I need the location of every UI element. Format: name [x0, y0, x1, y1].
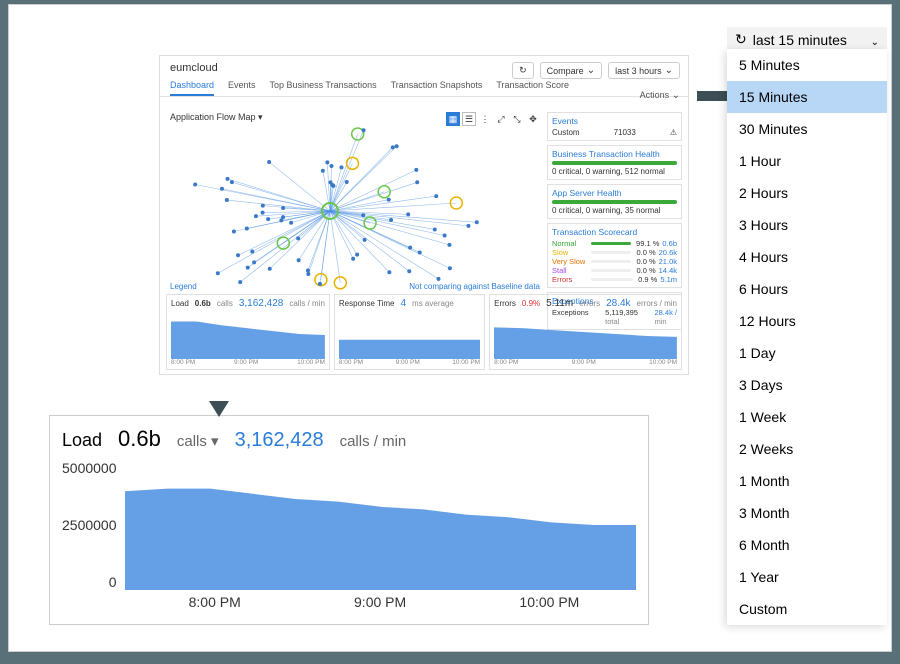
baseline-note: Not comparing against Baseline data: [409, 282, 540, 291]
tab-top-business-transactions[interactable]: Top Business Transactions: [270, 80, 377, 96]
view-toggle-group: ▦ ☰ ⋮ ⤢ ⤡ ✥: [446, 112, 540, 126]
refresh-icon[interactable]: [512, 62, 534, 79]
time-option-3-month[interactable]: 3 Month: [727, 497, 887, 529]
time-option-3-hours[interactable]: 3 Hours: [727, 209, 887, 241]
zoom-x-axis: 8:00 PM9:00 PM10:00 PM: [62, 594, 636, 610]
chevron-down-icon: [871, 32, 879, 48]
time-option-1-hour[interactable]: 1 Hour: [727, 145, 887, 177]
zoom-title: Load: [62, 430, 102, 451]
time-option-6-month[interactable]: 6 Month: [727, 529, 887, 561]
page-canvas: eumcloud Compare last 3 hours DashboardE…: [8, 4, 892, 652]
actions-dropdown[interactable]: Actions: [640, 90, 680, 101]
time-option-12-hours[interactable]: 12 Hours: [727, 305, 887, 337]
dashboard-panel: eumcloud Compare last 3 hours DashboardE…: [159, 55, 689, 375]
time-option-15-minutes[interactable]: 15 Minutes: [727, 81, 887, 113]
time-option-1-month[interactable]: 1 Month: [727, 465, 887, 497]
dashboard-tabs: Dashboard Events Top Business Transactions…: [160, 76, 688, 97]
time-selector-label: last 15 minutes: [753, 32, 847, 48]
flow-map-label[interactable]: Application Flow Map ▾: [170, 112, 263, 123]
arrow-to-zoom: [204, 377, 234, 417]
zoom-fit-icon[interactable]: ⤢: [494, 112, 508, 126]
fullscreen-icon[interactable]: ⤡: [510, 112, 524, 126]
ash-pane[interactable]: App Server Health 0 critical, 0 warning,…: [547, 184, 682, 219]
view-grid-icon[interactable]: ▦: [446, 112, 460, 126]
time-option-6-hours[interactable]: 6 Hours: [727, 273, 887, 305]
refresh-icon[interactable]: [735, 31, 747, 48]
time-option-1-day[interactable]: 1 Day: [727, 337, 887, 369]
time-range-dropdown[interactable]: last 3 hours: [608, 62, 680, 79]
time-option-2-weeks[interactable]: 2 Weeks: [727, 433, 887, 465]
time-option-2-hours[interactable]: 2 Hours: [727, 177, 887, 209]
zoom-value: 0.6b: [118, 426, 161, 452]
compare-dropdown[interactable]: Compare: [540, 62, 602, 79]
legend-link[interactable]: Legend: [170, 282, 197, 291]
mini-errors-chart[interactable]: Errors 0.9% 5.11m errors 28.4k errors / …: [489, 294, 682, 370]
time-option-30-minutes[interactable]: 30 Minutes: [727, 113, 887, 145]
warning-icon: ⚠: [670, 128, 677, 137]
scorecard-pane[interactable]: Transaction Scorecard Normal99.1 %0.6bSl…: [547, 223, 682, 288]
events-pane[interactable]: Events Custom71033⚠: [547, 112, 682, 141]
time-option-1-week[interactable]: 1 Week: [727, 401, 887, 433]
view-list-icon[interactable]: ☰: [462, 112, 476, 126]
application-flow-map[interactable]: [170, 126, 540, 296]
tab-events[interactable]: Events: [228, 80, 256, 96]
bth-pane[interactable]: Business Transaction Health 0 critical, …: [547, 145, 682, 180]
view-spacer: ⋮: [478, 112, 492, 126]
time-option-4-hours[interactable]: 4 Hours: [727, 241, 887, 273]
zoom-load-panel: Load 0.6b calls ▾ 3,162,428 calls / min …: [49, 415, 649, 625]
mini-load-chart[interactable]: Load 0.6b calls 3,162,428 calls / min 8:…: [166, 294, 330, 370]
tab-dashboard[interactable]: Dashboard: [170, 80, 214, 96]
zoom-y-axis: 500000025000000: [62, 460, 125, 590]
zoom-unit: calls ▾: [177, 432, 219, 450]
mini-rt-chart[interactable]: Response Time 4 ms average 8:00 PM9:00 P…: [334, 294, 485, 370]
time-option-1-year[interactable]: 1 Year: [727, 561, 887, 593]
zoom-load-chart[interactable]: [125, 460, 636, 590]
tab-transaction-score[interactable]: Transaction Score: [496, 80, 569, 96]
time-option-custom[interactable]: Custom: [727, 593, 887, 625]
time-selector-menu: 5 Minutes15 Minutes30 Minutes1 Hour2 Hou…: [727, 49, 887, 625]
tab-transaction-snapshots[interactable]: Transaction Snapshots: [391, 80, 483, 96]
zoom-rate-unit: calls / min: [340, 433, 407, 450]
settings-icon[interactable]: ✥: [526, 112, 540, 126]
zoom-rate: 3,162,428: [235, 429, 324, 452]
time-option-5-minutes[interactable]: 5 Minutes: [727, 49, 887, 81]
time-option-3-days[interactable]: 3 Days: [727, 369, 887, 401]
